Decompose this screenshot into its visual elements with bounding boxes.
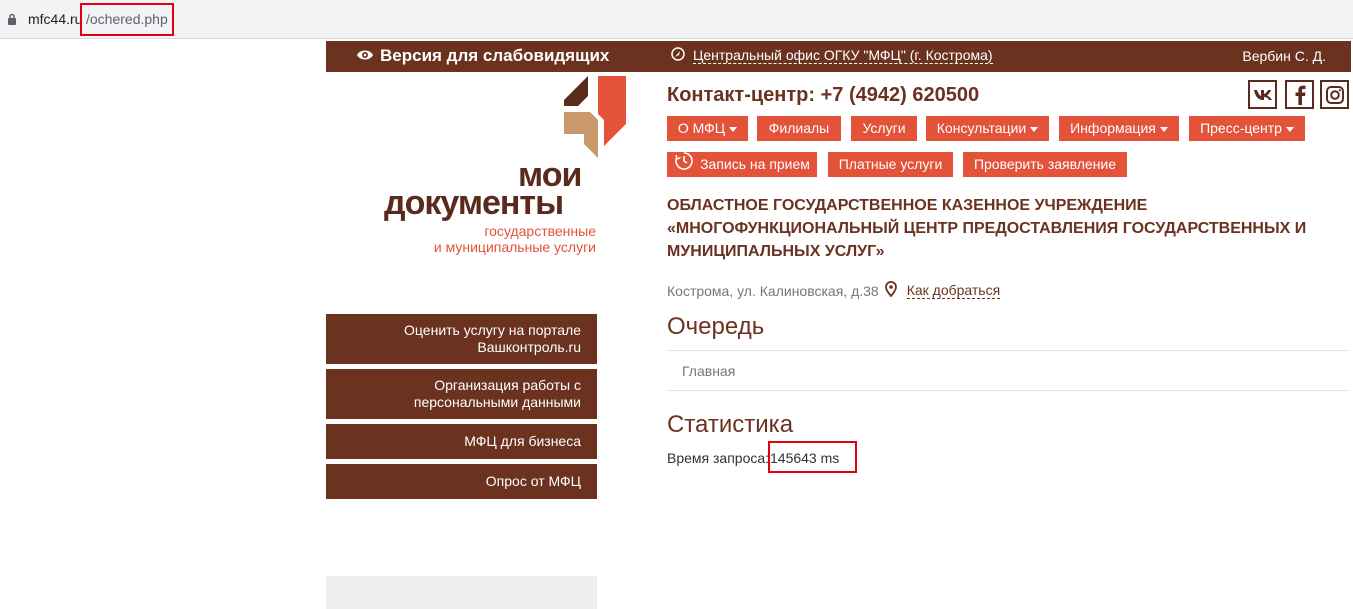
logo-subtitle-line1: государственные	[484, 223, 596, 239]
page-title: Очередь	[667, 313, 765, 340]
map-pin-icon	[884, 281, 897, 300]
breadcrumb-home[interactable]: Главная	[682, 363, 735, 379]
office-selector-label: Центральный офис ОГКУ "МФЦ" (г. Кострома…	[693, 47, 993, 64]
sidebar-item-label: Организация работы с	[434, 377, 581, 393]
nav-paid-services[interactable]: Платные услуги	[828, 152, 953, 177]
caret-down-icon	[1030, 126, 1039, 132]
organization-title: ОБЛАСТНОЕ ГОСУДАРСТВЕННОЕ КАЗЕННОЕ УЧРЕЖ…	[667, 194, 1347, 263]
nav-check-application-label: Проверить заявление	[973, 156, 1117, 172]
facebook-icon[interactable]	[1285, 80, 1314, 109]
nav-consultations-label: Консультации	[936, 120, 1027, 136]
sidebar-item-business[interactable]: МФЦ для бизнеса	[326, 424, 597, 459]
request-time-highlight-box	[768, 441, 857, 473]
directions-link[interactable]: Как добраться	[906, 282, 1001, 299]
caret-down-icon	[729, 126, 738, 132]
organization-title-line3: МУНИЦИПАЛЬНЫХ УСЛУГ»	[667, 243, 885, 260]
organization-title-line2: «МНОГОФУНКЦИОНАЛЬНЫЙ ЦЕНТР ПРЕДОСТАВЛЕНИ…	[667, 220, 1307, 237]
nav-appointment-label: Запись на прием	[700, 156, 810, 172]
instagram-icon[interactable]	[1320, 80, 1349, 109]
sidebar-item-label: Оценить услугу на портале	[404, 322, 581, 338]
divider	[667, 350, 1349, 351]
eye-icon	[356, 46, 374, 66]
logo-subtitle-line2: и муниципальные услуги	[433, 239, 596, 255]
user-name[interactable]: Вербин С. Д.	[1242, 48, 1326, 64]
url-path-highlight-box	[80, 3, 174, 36]
nav-about-mfc[interactable]: О МФЦ	[667, 116, 748, 141]
accessibility-version-label: Версия для слабовидящих	[380, 46, 610, 65]
url-host: mfc44.ru	[28, 11, 83, 27]
sidebar-gray-panel	[326, 576, 597, 609]
clock-icon	[674, 151, 694, 179]
top-bar: Версия для слабовидящих Центральный офис…	[326, 41, 1351, 72]
accessibility-version-link[interactable]: Версия для слабовидящих	[356, 46, 609, 66]
sidebar-item-survey[interactable]: Опрос от МФЦ	[326, 464, 597, 499]
sidebar-item-label: Опрос от МФЦ	[485, 473, 581, 489]
sidebar-item-label: персональными данными	[413, 394, 581, 410]
browser-address-bar[interactable]: mfc44.ru /ochered.php	[0, 0, 1353, 39]
vk-icon[interactable]	[1248, 80, 1277, 109]
divider	[667, 390, 1349, 391]
logo-word-documents: документы	[384, 184, 564, 222]
sidebar-item-label: МФЦ для бизнеса	[464, 433, 581, 449]
office-address: Кострома, ул. Калиновская, д.38 Как добр…	[667, 281, 1001, 300]
nav-branches-label: Филиалы	[768, 120, 830, 136]
nav-information[interactable]: Информация	[1059, 116, 1179, 141]
nav-press-center-label: Пресс-центр	[1200, 120, 1282, 136]
caret-down-icon	[1159, 126, 1168, 132]
sidebar-item-label: Вашконтроль.ru	[477, 339, 581, 355]
nav-check-application[interactable]: Проверить заявление	[963, 152, 1127, 177]
caret-down-icon	[1285, 126, 1294, 132]
nav-appointment[interactable]: Запись на прием	[667, 151, 817, 179]
contact-center-phone[interactable]: Контакт-центр: +7 (4942) 620500	[667, 84, 979, 107]
mfc-logo-icon[interactable]	[564, 76, 626, 163]
nav-services-label: Услуги	[862, 120, 906, 136]
location-arrow-icon	[671, 47, 685, 64]
lock-icon	[7, 12, 17, 30]
nav-about-mfc-label: О МФЦ	[677, 120, 726, 136]
nav-consultations[interactable]: Консультации	[926, 116, 1049, 141]
organization-title-line1: ОБЛАСТНОЕ ГОСУДАРСТВЕННОЕ КАЗЕННОЕ УЧРЕЖ…	[667, 197, 1148, 214]
nav-paid-services-label: Платные услуги	[838, 156, 943, 172]
nav-press-center[interactable]: Пресс-центр	[1189, 116, 1305, 141]
nav-information-label: Информация	[1070, 120, 1156, 136]
nav-branches[interactable]: Филиалы	[757, 116, 841, 141]
sidebar-item-rate-service[interactable]: Оценить услугу на портале Вашконтроль.ru	[326, 314, 597, 364]
nav-services[interactable]: Услуги	[851, 116, 917, 141]
address-text: Кострома, ул. Калиновская, д.38	[667, 282, 879, 299]
statistics-heading: Статистика	[667, 411, 794, 438]
sidebar-item-personal-data[interactable]: Организация работы с персональными данны…	[326, 369, 597, 419]
office-selector[interactable]: Центральный офис ОГКУ "МФЦ" (г. Кострома…	[671, 47, 993, 64]
request-time-label: Время запроса:	[667, 450, 770, 466]
